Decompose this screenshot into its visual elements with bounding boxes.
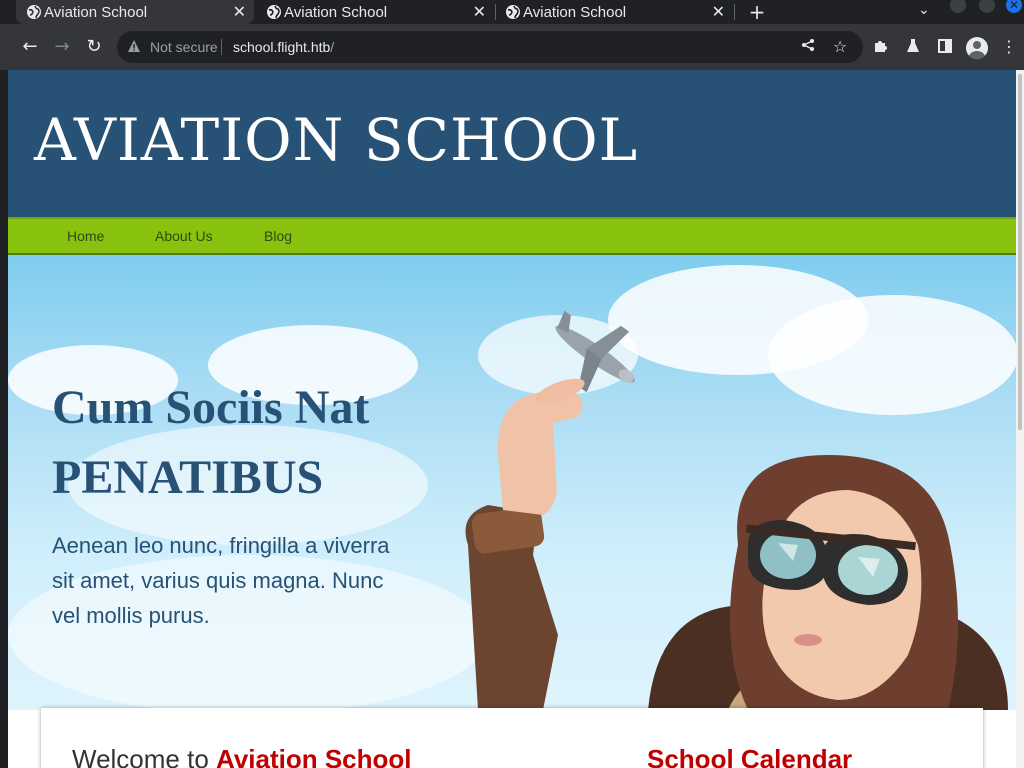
- scrollbar-thumb[interactable]: [1018, 74, 1022, 430]
- school-calendar-heading: School Calendar: [647, 744, 853, 768]
- new-tab-button[interactable]: +: [746, 0, 768, 24]
- address-bar[interactable]: Not secure school.flight.htb/ ☆: [117, 31, 863, 63]
- side-panel-icon[interactable]: [936, 38, 954, 56]
- close-tab-icon[interactable]: ✕: [712, 2, 725, 22]
- url-host: school.flight.htb: [233, 39, 331, 55]
- close-tab-icon[interactable]: ✕: [473, 2, 486, 22]
- welcome-school-name: Aviation School: [216, 744, 412, 768]
- tab-separator: [734, 4, 735, 20]
- hero-banner: Cum Sociis Nat PENATIBUS Aenean leo nunc…: [8, 255, 1016, 710]
- labs-flask-icon[interactable]: [904, 38, 922, 56]
- profile-avatar-icon[interactable]: [966, 37, 988, 59]
- omnibox-divider: [221, 39, 222, 55]
- bookmark-star-icon[interactable]: ☆: [831, 38, 849, 56]
- browser-toolbar: ← → ↻ Not secure school.flight.htb/ ☆ ⋮: [0, 24, 1024, 70]
- reload-icon[interactable]: ↻: [84, 37, 104, 57]
- maximize-window-button[interactable]: [979, 0, 995, 13]
- close-window-button[interactable]: ✕: [1006, 0, 1022, 13]
- tab-search-chevron-icon[interactable]: ⌄: [918, 2, 930, 18]
- share-icon[interactable]: [799, 38, 817, 56]
- forward-arrow-icon[interactable]: →: [52, 37, 72, 57]
- content-card: Welcome to Aviation School School Calend…: [41, 708, 983, 768]
- close-tab-icon[interactable]: ✕: [233, 2, 246, 22]
- nav-link-home[interactable]: Home: [67, 228, 104, 244]
- tab-title: Aviation School: [44, 3, 148, 21]
- hero-heading: Cum Sociis Nat PENATIBUS: [52, 373, 369, 513]
- pilot-boy-illustration: [465, 310, 1008, 710]
- hero-description: Aenean leo nunc, fringilla a viverra sit…: [52, 533, 390, 628]
- site-title[interactable]: AVIATION SCHOOL: [34, 106, 638, 174]
- security-status-label[interactable]: Not secure: [150, 39, 218, 55]
- site-header: AVIATION SCHOOL: [8, 70, 1016, 217]
- url-path: /: [330, 39, 335, 55]
- back-arrow-icon[interactable]: ←: [20, 37, 40, 57]
- browser-tab-2[interactable]: Aviation School ✕: [256, 0, 494, 24]
- welcome-prefix: Welcome to: [72, 744, 217, 768]
- page-scrollbar[interactable]: [1016, 70, 1024, 768]
- tab-title: Aviation School: [284, 3, 388, 21]
- warning-triangle-icon: [128, 40, 140, 52]
- globe-icon: [27, 5, 41, 19]
- hero-heading-line-2: PENATIBUS: [52, 451, 324, 504]
- browser-tab-3[interactable]: Aviation School ✕: [495, 0, 733, 24]
- url-text[interactable]: school.flight.htb/: [233, 39, 334, 55]
- browser-tab-1[interactable]: Aviation School ✕: [16, 0, 254, 24]
- tab-strip: Aviation School ✕ Aviation School ✕ Avia…: [0, 0, 1024, 24]
- extensions-puzzle-icon[interactable]: [872, 38, 890, 56]
- main-navigation: Home About Us Blog: [8, 217, 1016, 255]
- globe-icon: [506, 5, 520, 19]
- page-viewport: AVIATION SCHOOL Home About Us Blog Cum S…: [8, 70, 1016, 768]
- minimize-window-button[interactable]: [950, 0, 966, 13]
- welcome-heading: Welcome to Aviation School: [72, 744, 412, 768]
- nav-link-about-us[interactable]: About Us: [155, 228, 213, 244]
- window-left-edge: [0, 70, 8, 768]
- hero-heading-line-1: Cum Sociis Nat: [52, 381, 370, 434]
- globe-icon: [267, 5, 281, 19]
- tab-title: Aviation School: [523, 3, 627, 21]
- kebab-menu-icon[interactable]: ⋮: [1000, 38, 1018, 56]
- nav-link-blog[interactable]: Blog: [264, 228, 292, 244]
